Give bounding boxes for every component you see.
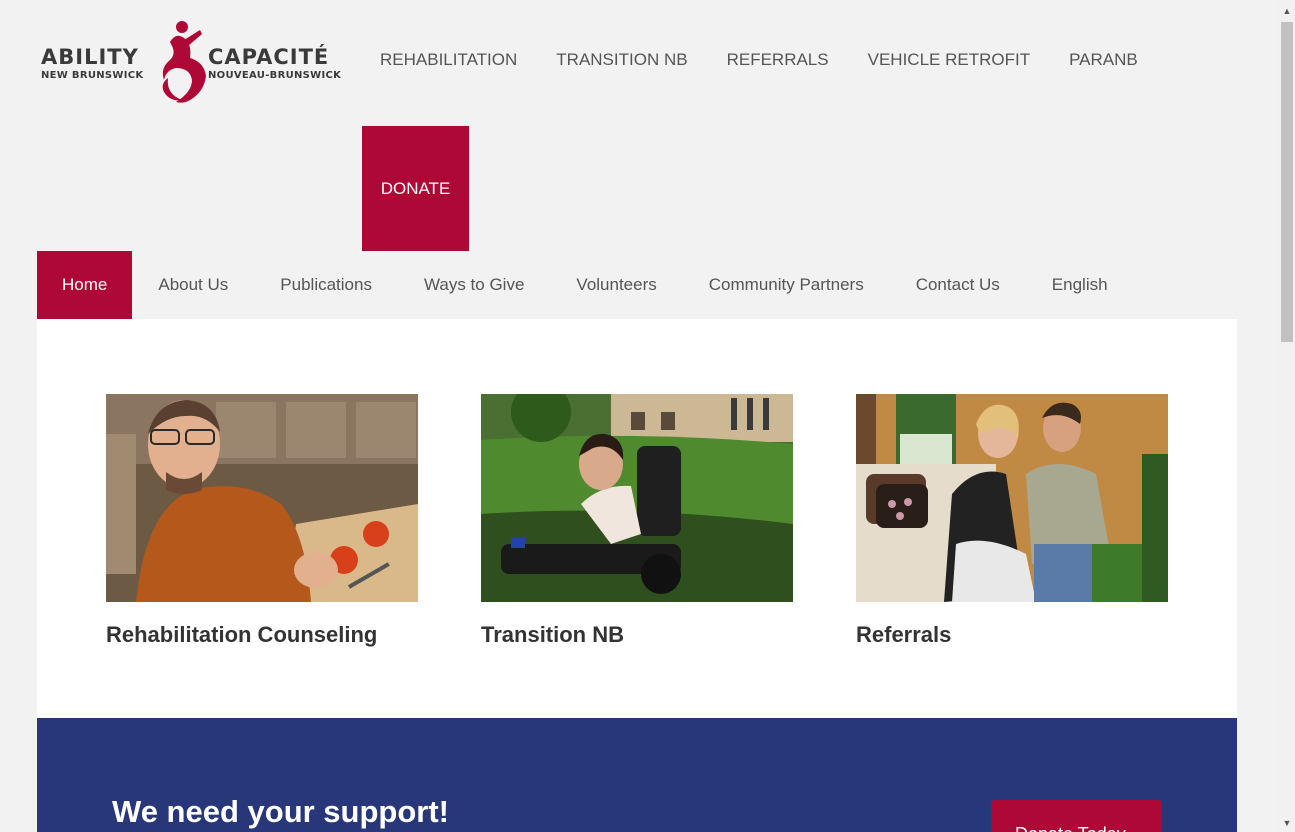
donate-button[interactable]: DONATE — [362, 126, 469, 251]
logo-nouveau-brunswick-text: NOUVEAU-BRUNSWICK — [208, 70, 342, 81]
woman-in-wheelchair-photo[interactable] — [481, 394, 793, 602]
scroll-up-arrow-icon[interactable]: ▲ — [1281, 6, 1293, 16]
support-banner: We need your support! Donate Today — [37, 718, 1237, 832]
scrollbar-thumb[interactable] — [1281, 22, 1293, 342]
logo-ability-text: ABILITY — [41, 45, 139, 69]
services-section: Rehabilitation Counseling Transition NB … — [37, 319, 1237, 718]
service-caption[interactable]: Referrals — [856, 622, 1168, 648]
service-tile-referrals[interactable]: Referrals — [856, 394, 1168, 648]
top-nav-referrals[interactable]: REFERRALS — [727, 50, 829, 70]
service-caption[interactable]: Transition NB — [481, 622, 793, 648]
site-logo[interactable]: ABILITY NEW BRUNSWICK CAPACITÉ NOUVEAU-B… — [38, 18, 360, 106]
subnav-language-english[interactable]: English — [1026, 251, 1134, 319]
subnav-about-us[interactable]: About Us — [132, 251, 254, 319]
top-nav: REHABILITATION TRANSITION NB REFERRALS V… — [380, 50, 1177, 70]
top-nav-paranb[interactable]: PARANB — [1069, 50, 1138, 70]
man-cutting-tomatoes-photo[interactable] — [106, 394, 418, 602]
logo-capacite-text: CAPACITÉ — [208, 45, 330, 69]
subnav-home[interactable]: Home — [37, 251, 133, 319]
secondary-nav: Home About Us Publications Ways to Give … — [37, 251, 1134, 319]
subnav-ways-to-give[interactable]: Ways to Give — [398, 251, 550, 319]
top-nav-vehicle-retrofit[interactable]: VEHICLE RETROFIT — [868, 50, 1030, 70]
service-tile-transition-nb[interactable]: Transition NB — [481, 394, 793, 648]
vertical-scrollbar[interactable]: ▲ ▼ — [1275, 0, 1295, 832]
subnav-contact-us[interactable]: Contact Us — [890, 251, 1026, 319]
subnav-publications[interactable]: Publications — [254, 251, 398, 319]
subnav-community-partners[interactable]: Community Partners — [683, 251, 890, 319]
top-nav-rehabilitation[interactable]: REHABILITATION — [380, 50, 517, 70]
scroll-down-arrow-icon[interactable]: ▼ — [1281, 818, 1293, 828]
couple-on-sofa-photo[interactable] — [856, 394, 1168, 602]
top-nav-transition-nb[interactable]: TRANSITION NB — [556, 50, 687, 70]
figure-logo-icon — [162, 21, 206, 103]
service-caption[interactable]: Rehabilitation Counseling — [106, 622, 418, 648]
donate-today-button[interactable]: Donate Today — [991, 800, 1162, 832]
logo-new-brunswick-text: NEW BRUNSWICK — [41, 70, 144, 81]
support-heading: We need your support! — [112, 794, 450, 829]
service-tile-rehabilitation[interactable]: Rehabilitation Counseling — [106, 394, 418, 648]
subnav-volunteers[interactable]: Volunteers — [550, 251, 682, 319]
